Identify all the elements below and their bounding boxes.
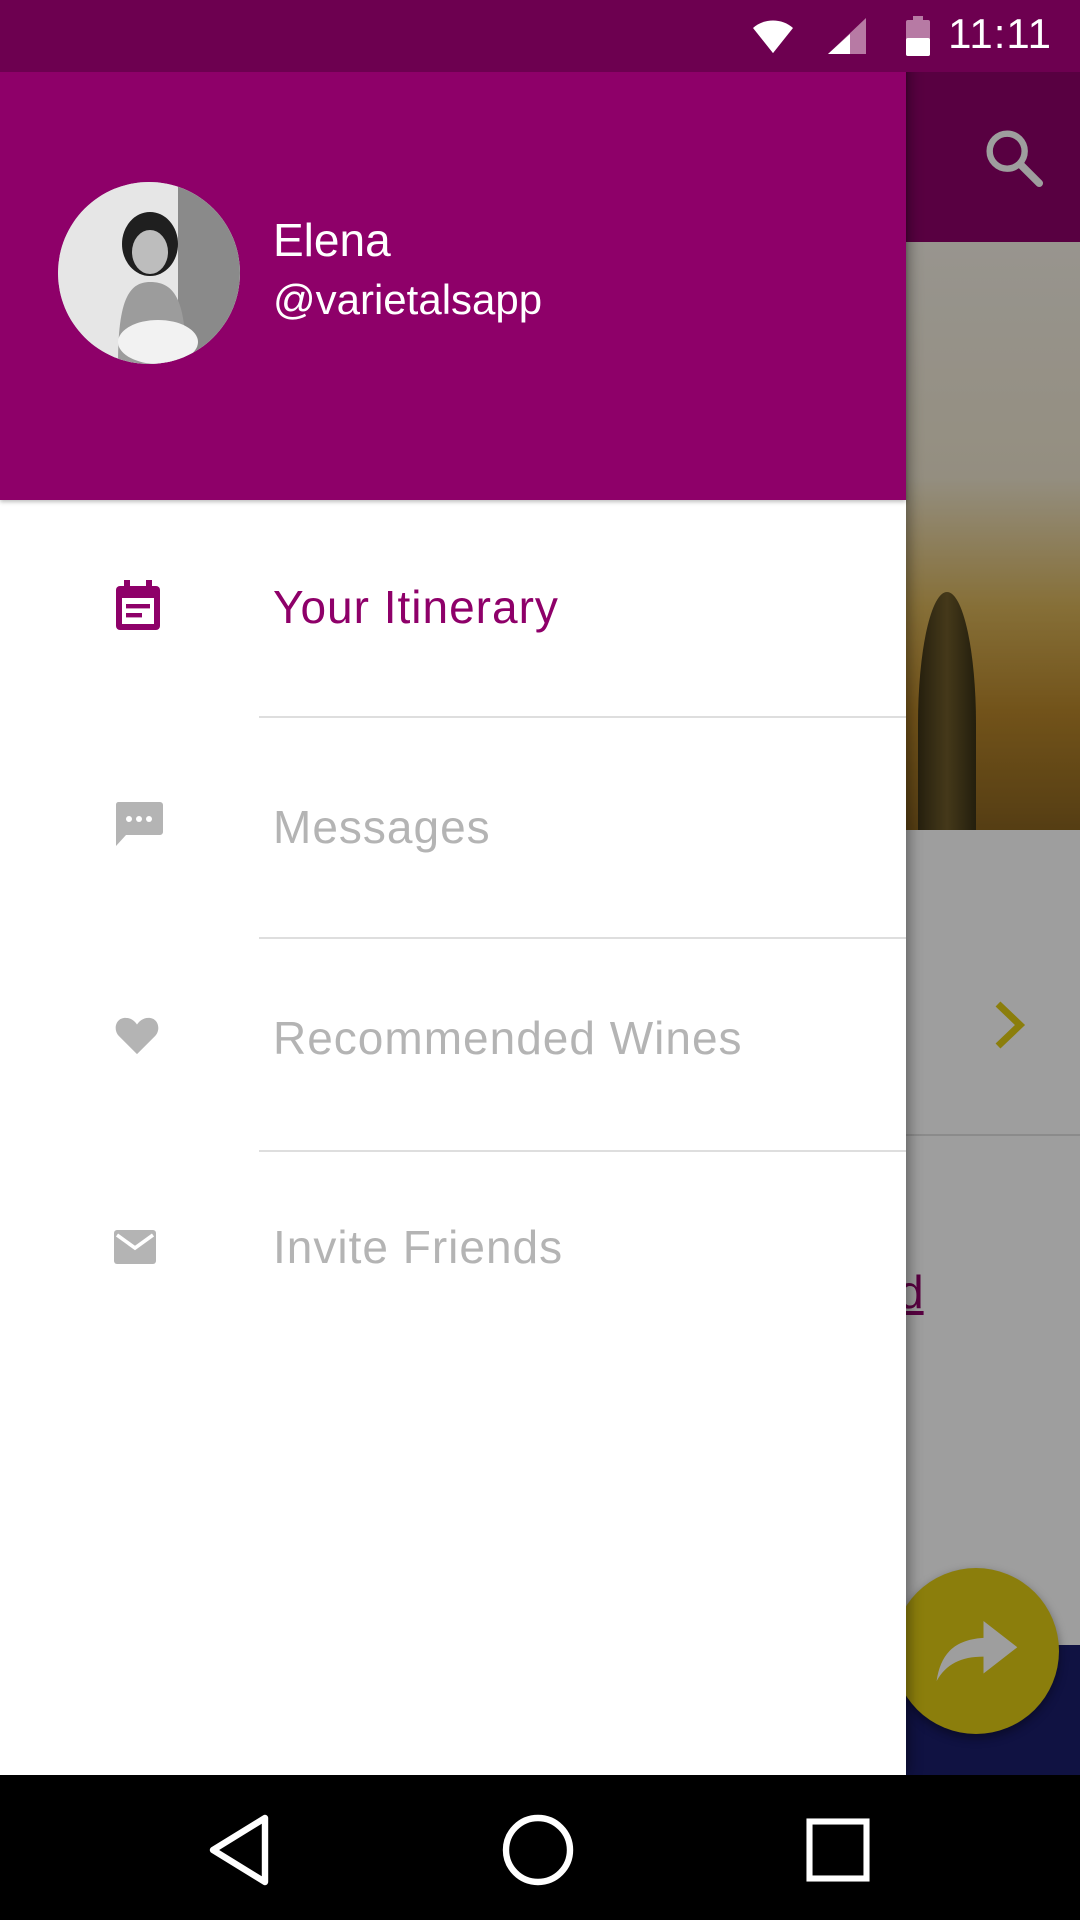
back-icon[interactable] xyxy=(196,1805,286,1895)
navigation-bar xyxy=(0,1775,1080,1920)
nav-item-messages[interactable]: Messages xyxy=(0,726,906,926)
divider xyxy=(259,1150,906,1152)
home-icon[interactable] xyxy=(493,1805,583,1895)
profile-handle: @varietalsapp xyxy=(273,276,543,323)
nav-item-label: Messages xyxy=(273,801,491,853)
drawer-header: Elena @varietalsapp xyxy=(0,0,906,500)
nav-item-label: Invite Friends xyxy=(273,1221,564,1273)
status-time: 11:11 xyxy=(948,10,1052,57)
divider xyxy=(259,937,906,939)
battery-icon xyxy=(906,16,930,60)
navigation-drawer: Elena @varietalsapp Your Itinerary Messa… xyxy=(0,0,906,1775)
nav-item-recommended-wines[interactable]: Recommended Wines xyxy=(0,946,906,1146)
wifi-icon xyxy=(752,18,794,58)
nav-item-your-itinerary[interactable]: Your Itinerary xyxy=(0,505,906,705)
divider xyxy=(259,716,906,718)
nav-item-label: Your Itinerary xyxy=(273,581,559,633)
screen: d 11:11 Elena @varietalsapp Your Itinera… xyxy=(0,0,1080,1920)
message-icon xyxy=(114,800,164,852)
profile-name: Elena xyxy=(273,214,391,266)
cellular-signal-icon xyxy=(828,18,866,58)
calendar-icon xyxy=(114,580,162,636)
recents-icon[interactable] xyxy=(793,1805,883,1895)
heart-icon xyxy=(114,1014,160,1060)
status-bar: 11:11 xyxy=(0,0,1080,72)
nav-item-invite-friends[interactable]: Invite Friends xyxy=(0,1160,906,1360)
nav-item-label: Recommended Wines xyxy=(273,1012,743,1064)
mail-icon xyxy=(114,1230,156,1268)
avatar[interactable] xyxy=(58,182,240,364)
